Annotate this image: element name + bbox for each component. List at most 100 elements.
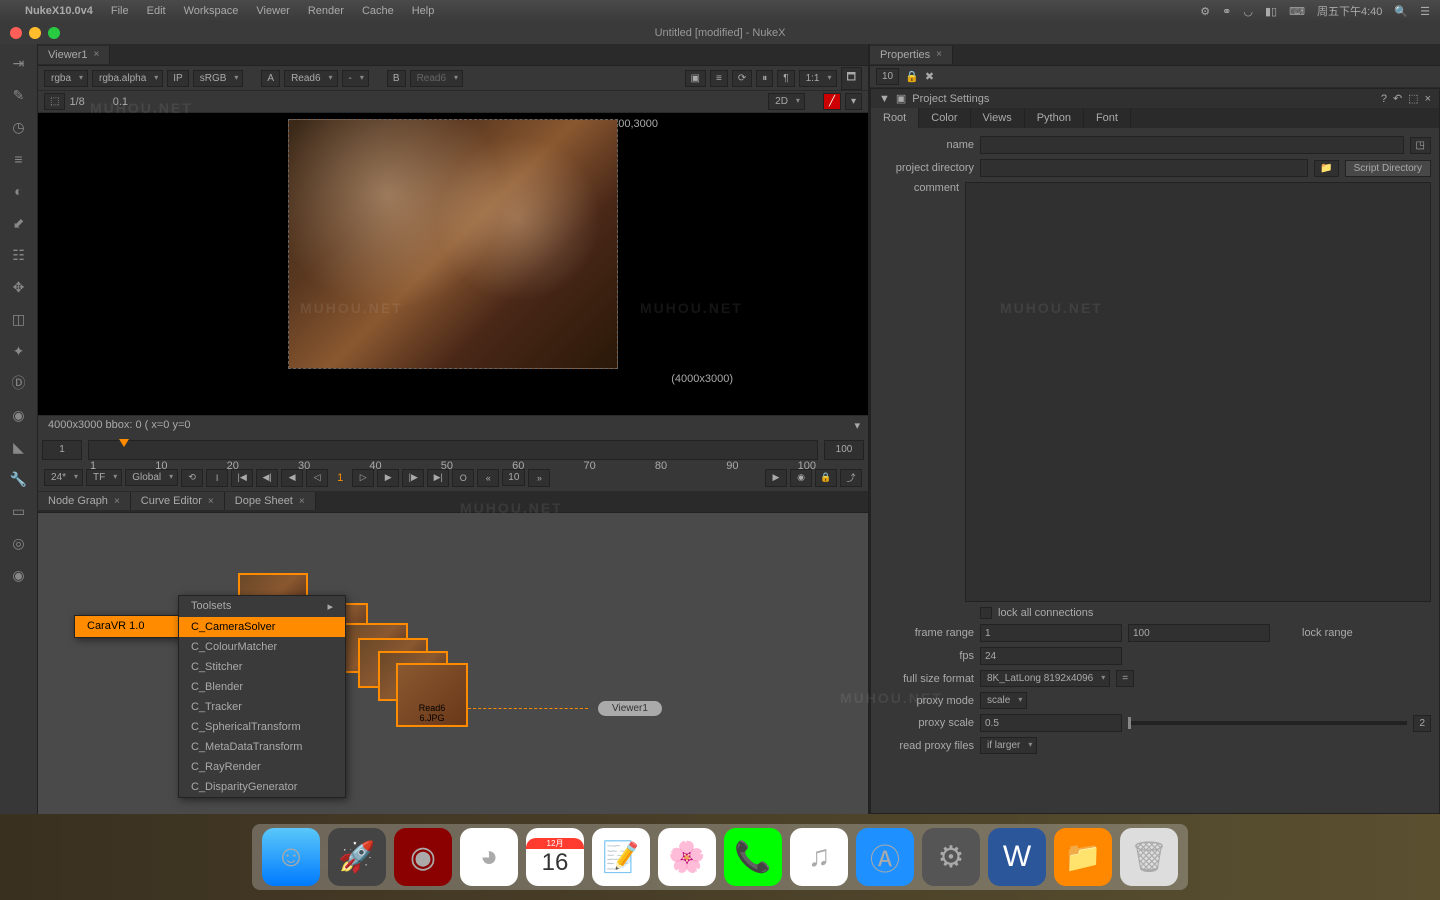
comment-field[interactable] [965,182,1431,602]
tool-import-icon[interactable]: ⇥ [8,52,30,74]
tool-cube-icon[interactable]: ◫ [8,308,30,330]
tool-clock-icon[interactable]: ◷ [8,116,30,138]
clear-icon[interactable]: ✖ [925,70,934,83]
dock-word-icon[interactable]: W [988,828,1046,886]
tool-d-icon[interactable]: Ⓓ [8,372,30,394]
name-field[interactable] [980,136,1404,154]
menu-render[interactable]: Render [308,5,344,17]
lock-icon[interactable]: 🔒 [905,70,919,83]
wifi-icon[interactable]: ◡ [1243,5,1253,18]
close-icon[interactable]: × [208,496,214,507]
range-dropdown[interactable]: Global [125,469,178,486]
frame-end-field[interactable] [1128,624,1270,642]
prop-count[interactable]: 10 [876,68,899,85]
dock-launchpad-icon[interactable]: 🚀 [328,828,386,886]
tool-target-icon[interactable]: ◎ [8,532,30,554]
node-graph[interactable]: Read6 6.JPG Viewer1 CaraVR 1.0▸ Toolsets… [38,513,868,815]
proxy-icon[interactable]: ¶ [777,70,794,87]
status-icon-1[interactable]: ⚙ [1200,5,1210,18]
dock-notes-icon[interactable]: 📝 [592,828,650,886]
dock-facetime-icon[interactable]: 📞 [724,828,782,886]
proxyfiles-dropdown[interactable]: if larger [980,737,1037,754]
revert-icon[interactable]: ↶ [1393,92,1402,105]
close-icon[interactable]: × [1425,93,1431,105]
menu-edit[interactable]: Edit [147,5,166,17]
overlay-toggle-icon[interactable]: ▾ [845,93,862,110]
roi-icon[interactable]: ≡ [710,70,728,87]
tab-color[interactable]: Color [919,108,970,128]
menu-rayrender[interactable]: C_RayRender [179,757,345,777]
playhead-icon[interactable] [119,439,129,447]
minimize-window[interactable] [29,27,41,39]
dock-nuke-icon[interactable]: ◉ [394,828,452,886]
close-icon[interactable]: × [299,496,305,507]
dock-chrome-icon[interactable]: ◕ [460,828,518,886]
close-icon[interactable]: × [114,496,120,507]
spotlight-icon[interactable]: 🔍 [1394,5,1408,18]
disclosure-icon[interactable]: ▼ [879,93,890,105]
proxymode-dropdown[interactable]: scale [980,692,1027,709]
proxyscale-field[interactable] [980,714,1122,732]
menu-sphericaltransform[interactable]: C_SphericalTransform [179,717,345,737]
menu-viewer[interactable]: Viewer [256,5,289,17]
alpha-dropdown[interactable]: rgba.alpha [92,70,163,87]
battery-icon[interactable]: ▮▯ [1265,5,1277,18]
menu-colourmatcher[interactable]: C_ColourMatcher [179,637,345,657]
fps-dropdown[interactable]: 24* [44,469,83,486]
wipe-dropdown[interactable]: - [342,70,369,87]
ip-button[interactable]: IP [167,70,188,87]
close-icon[interactable]: × [94,49,100,60]
menu-help[interactable]: Help [412,5,435,17]
tool-particle-icon[interactable]: ✦ [8,340,30,362]
menu-metadatatransform[interactable]: C_MetaDataTransform [179,737,345,757]
submenu-header[interactable]: Toolsets▸ [179,596,345,617]
tool-layers-icon[interactable]: ☷ [8,244,30,266]
clip-icon[interactable]: ▣ [685,70,706,87]
refresh-icon[interactable]: ⟳ [732,70,752,87]
tool-move-icon[interactable]: ✥ [8,276,30,298]
menu-stitcher[interactable]: C_Stitcher [179,657,345,677]
dock-photos-icon[interactable]: 🌸 [658,828,716,886]
viewer-node[interactable]: Viewer1 [598,701,662,716]
input-b-button[interactable]: B [387,70,406,87]
menu-file[interactable]: File [111,5,129,17]
tab-views[interactable]: Views [971,108,1025,128]
name-extra-icon[interactable]: ◳ [1410,137,1431,154]
dock-trash-icon[interactable]: 🗑 [1120,828,1178,886]
fps-field[interactable] [980,647,1122,665]
read-node-6[interactable]: Read6 6.JPG [396,663,468,727]
clock[interactable]: 周五下午4:40 [1317,3,1382,19]
lock-icon[interactable]: 🔒 [815,469,837,487]
format-eq-icon[interactable]: = [1116,670,1134,687]
tab-root[interactable]: Root [871,108,919,128]
read-a-dropdown[interactable]: Read6 [284,70,337,87]
menu-cache[interactable]: Cache [362,5,394,17]
proxyscale-slider[interactable] [1128,721,1407,725]
channel-dropdown[interactable]: rgba [44,70,88,87]
tool-wrench-icon[interactable]: 🔧 [8,468,30,490]
tool-swirl-icon[interactable]: ◉ [8,564,30,586]
read-b-dropdown[interactable]: Read6 [410,70,463,87]
tool-brush-icon[interactable]: ✎ [8,84,30,106]
viewer-tab[interactable]: Viewer1 × [38,46,110,64]
dir-field[interactable] [980,159,1308,177]
tab-python[interactable]: Python [1025,108,1084,128]
tab-nodegraph[interactable]: Node Graph× [38,492,131,510]
menu-tracker[interactable]: C_Tracker [179,697,345,717]
dock-folder-icon[interactable]: 📁 [1054,828,1112,886]
app-name[interactable]: NukeX10.0v4 [25,5,93,17]
frame-start-field[interactable] [980,624,1122,642]
section-title[interactable]: ▼ ▣ Project Settings ? ↶ ⬚ × [871,89,1439,108]
timeline-end[interactable]: 100 [824,440,864,460]
tab-font[interactable]: Font [1084,108,1131,128]
tf-dropdown[interactable]: TF [86,469,122,486]
export-icon[interactable]: ⤴ [840,469,862,487]
script-dir-button[interactable]: Script Directory [1345,160,1431,177]
menu-disparitygenerator[interactable]: C_DisparityGenerator [179,777,345,797]
skip-value[interactable]: 10 [502,469,525,486]
dock-calendar-icon[interactable]: 12月16 [526,828,584,886]
menu-icon[interactable]: ☰ [1420,5,1430,18]
tool-tag-icon[interactable]: ◣ [8,436,30,458]
input-icon[interactable]: ⌨ [1289,5,1305,18]
overlay-icon[interactable]: ╱ [823,93,841,110]
